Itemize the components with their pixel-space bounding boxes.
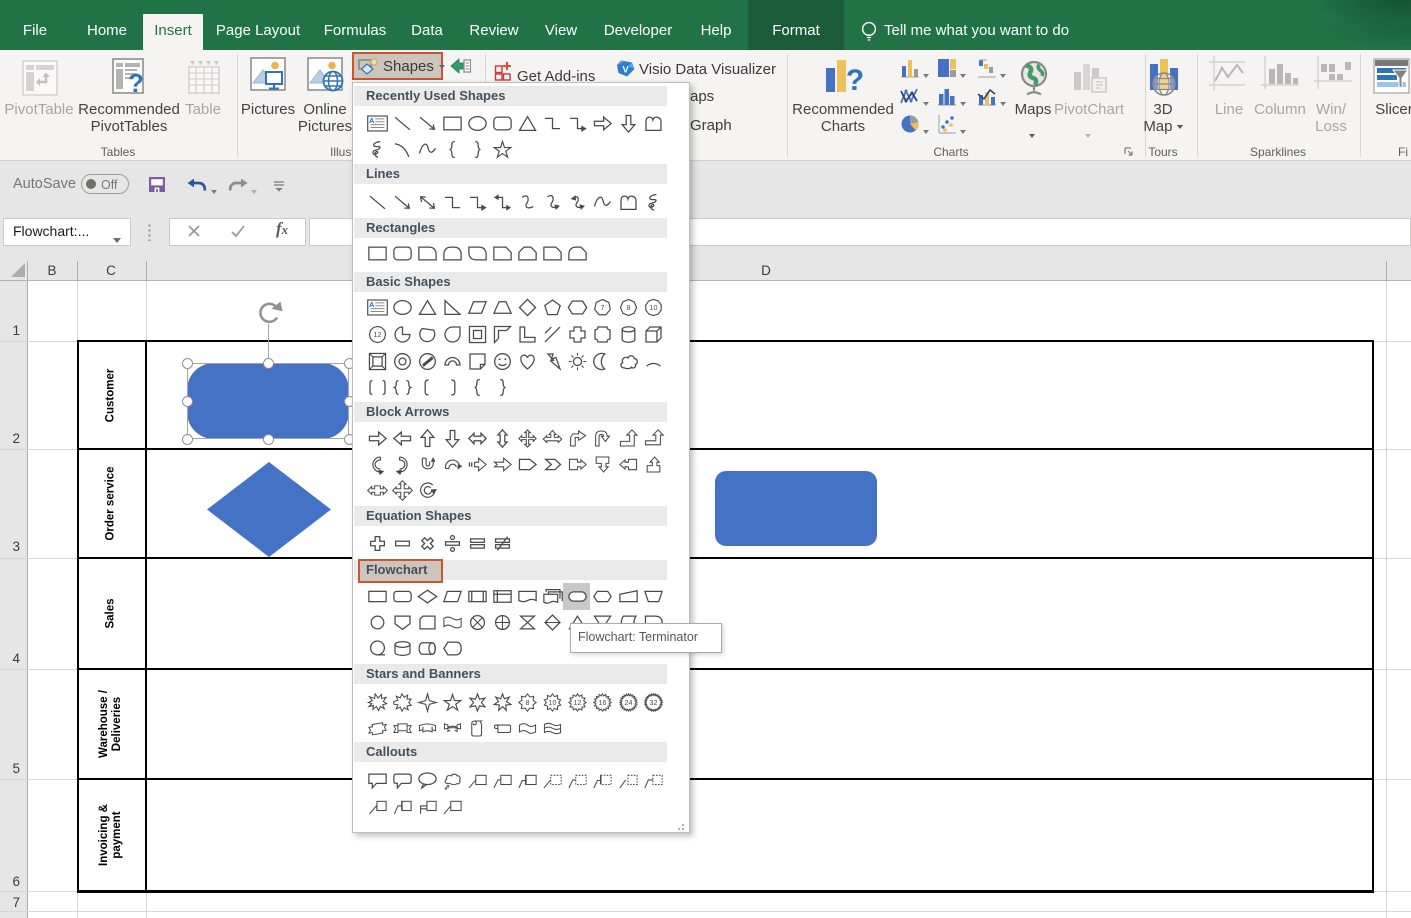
svg-text:24: 24 <box>624 699 632 707</box>
svg-text:10: 10 <box>549 699 557 707</box>
svg-text:8: 8 <box>526 699 530 707</box>
svg-text:12: 12 <box>373 331 381 339</box>
svg-text:V: V <box>622 65 629 76</box>
svg-text:?: ? <box>846 64 864 97</box>
svg-text:A: A <box>369 299 375 308</box>
svg-text:7: 7 <box>601 304 605 312</box>
svg-text:A: A <box>369 115 375 124</box>
svg-text:8: 8 <box>626 304 630 312</box>
svg-text:12: 12 <box>574 699 582 707</box>
svg-text:?: ? <box>128 68 144 96</box>
svg-text:16: 16 <box>599 699 607 707</box>
svg-text:10: 10 <box>649 304 657 312</box>
svg-text:32: 32 <box>649 699 657 707</box>
